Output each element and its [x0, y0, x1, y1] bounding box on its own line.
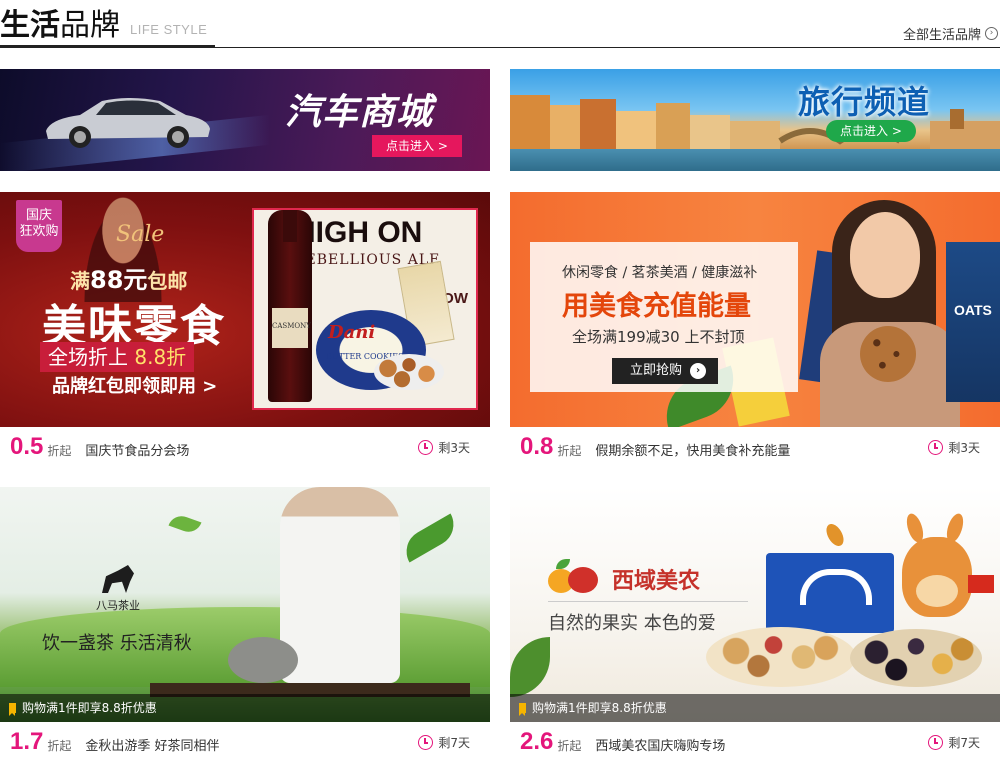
enter-button[interactable]: 点击进入 >	[826, 120, 916, 142]
buy-now-label: 立即抢购	[630, 363, 683, 378]
card-info: 2.6 折起 西域美农国庆嗨购专场 剩7天	[510, 722, 1000, 760]
card-info: 1.7 折起 金秋出游季 好茶同相伴 剩7天	[0, 722, 490, 760]
car-image	[46, 98, 210, 148]
clock-icon	[418, 735, 434, 750]
bottle-neck	[283, 210, 297, 242]
discount-unit: 折起	[557, 443, 582, 458]
bookmark-icon	[519, 703, 526, 716]
tin-brand: Dani	[328, 322, 376, 343]
card-title[interactable]: 西域美农国庆嗨购专场	[595, 735, 725, 754]
discount-unit: 折起	[557, 738, 582, 753]
discount-value: 0.5	[10, 433, 44, 460]
time-left: 剩7天	[418, 734, 470, 751]
section-subtitle: LIFE STYLE	[130, 22, 208, 37]
stone-ball	[228, 637, 298, 683]
promo-headline: 用美食充值能量	[562, 291, 751, 322]
card-image[interactable]: 西域美农 自然的果实 本色的爱 购物满1件即享8.8折优惠	[510, 487, 1000, 722]
time-left: 剩3天	[928, 439, 980, 456]
donkey-ear	[903, 511, 927, 545]
promo-categories: 休闲零食 / 茗茶美酒 / 健康滋补	[562, 265, 758, 281]
sale-script: Sale	[116, 222, 165, 247]
nut-bowl	[374, 354, 444, 390]
donkey-ear	[943, 511, 967, 545]
wine-bottle: CASMONY	[268, 210, 312, 402]
brand-slogan: 自然的果实 本色的爱	[548, 613, 716, 634]
bottle-label: CASMONY	[272, 308, 311, 348]
car-mall-banner[interactable]: 汽车商城 点击进入 >	[0, 69, 490, 171]
brand-slogan: 饮一盏茶 乐活清秋	[42, 633, 192, 654]
promo-line-3: 全场折上 8.8折	[40, 342, 195, 372]
card-image[interactable]: OATS 休闲零食 / 茗茶美酒 / 健康滋补 用美食充值能量 全场满199减3…	[510, 192, 1000, 427]
banner-title: 旅行频道	[798, 83, 931, 121]
promo-line-4: 品牌红包即领即用 >	[52, 376, 218, 397]
man-photo	[280, 487, 400, 683]
discount-unit: 折起	[47, 738, 72, 753]
china-flag	[968, 575, 994, 593]
card-title[interactable]: 国庆节食品分会场	[85, 440, 189, 459]
discount-value: 1.7	[10, 728, 44, 755]
card-image[interactable]: 八马茶业 饮一盏茶 乐活清秋 购物满1件即享8.8折优惠	[0, 487, 490, 722]
promo-line-3: 全场满199减30 上不封顶	[572, 328, 745, 346]
time-left-text: 剩7天	[438, 736, 470, 750]
discount-value: 0.8	[520, 433, 554, 460]
brand-name: 八马茶业	[96, 599, 140, 612]
card-info: 0.8 折起 假期余额不足，快用美食补充能量 剩3天	[510, 427, 1000, 467]
horse-logo	[102, 565, 134, 593]
travel-channel-banner[interactable]: 旅行频道 点击进入 >	[510, 69, 1000, 171]
enter-button[interactable]: 点击进入 >	[372, 135, 462, 157]
apple	[568, 567, 598, 593]
nut-bowl	[706, 627, 856, 687]
woman-face	[850, 212, 920, 298]
promo-strip: 购物满1件即享8.8折优惠	[510, 694, 1000, 722]
card-title[interactable]: 金秋出游季 好茶同相伴	[85, 735, 219, 754]
banner-title: 汽车商城	[285, 92, 434, 133]
section-header: 生活 品牌 LIFE STYLE 全部生活品牌 ›	[0, 0, 1000, 48]
section-title-bold: 生活	[0, 8, 60, 43]
donkey-mascot	[902, 511, 972, 617]
time-left: 剩3天	[418, 439, 470, 456]
clock-icon	[928, 735, 944, 750]
all-brands-label: 全部生活品牌	[902, 28, 981, 43]
grain	[822, 521, 848, 549]
time-left: 剩7天	[928, 734, 980, 751]
leaf	[398, 513, 462, 563]
clock-icon	[418, 440, 434, 455]
oats-label: OATS	[954, 302, 992, 318]
cookie	[860, 326, 916, 382]
arrow-right-icon: ›	[690, 363, 706, 379]
product-panel: HIGH ON REBELLIOUS ALE SHOW CASMONY Dani…	[252, 208, 478, 410]
leaf	[168, 512, 202, 536]
section-title-rest: 品牌	[60, 8, 120, 43]
river	[510, 149, 1000, 171]
brand-name: 西域美农	[612, 569, 701, 594]
clock-icon	[928, 440, 944, 455]
card-title[interactable]: 假期余额不足，快用美食补充能量	[595, 440, 790, 459]
discount-value: 2.6	[520, 728, 554, 755]
donkey-muzzle	[916, 575, 958, 607]
divider	[548, 601, 748, 602]
time-left-text: 剩3天	[438, 441, 470, 455]
discount-unit: 折起	[47, 443, 72, 458]
all-brands-link[interactable]: 全部生活品牌 ›	[903, 24, 998, 43]
oats-pack: OATS	[946, 242, 1000, 402]
bookmark-icon	[9, 703, 16, 716]
card-image[interactable]: 国庆 狂欢购 Sale 满88元包邮 美味零食 全场折上 8.8折 品牌红包即领…	[0, 192, 490, 427]
raisin-bowl	[850, 629, 982, 687]
section-title: 生活 品牌 LIFE STYLE	[0, 2, 216, 48]
gift-box	[766, 553, 894, 633]
fruit-logo	[548, 559, 602, 593]
leaf	[510, 637, 550, 697]
time-left-text: 剩3天	[948, 441, 980, 455]
chevron-right-icon: ›	[985, 27, 998, 40]
buy-now-button[interactable]: 立即抢购 ›	[612, 358, 718, 384]
promo-text: 购物满1件即享8.8折优惠	[532, 701, 667, 715]
panel-title: HIGH ON	[294, 216, 423, 249]
fruit-leaf	[556, 559, 570, 569]
promo-text: 购物满1件即享8.8折优惠	[22, 701, 157, 715]
national-day-badge: 国庆 狂欢购	[16, 200, 62, 252]
card-info: 0.5 折起 国庆节食品分会场 剩3天	[0, 427, 490, 467]
promo-strip: 购物满1件即享8.8折优惠	[0, 694, 490, 722]
time-left-text: 剩7天	[948, 736, 980, 750]
